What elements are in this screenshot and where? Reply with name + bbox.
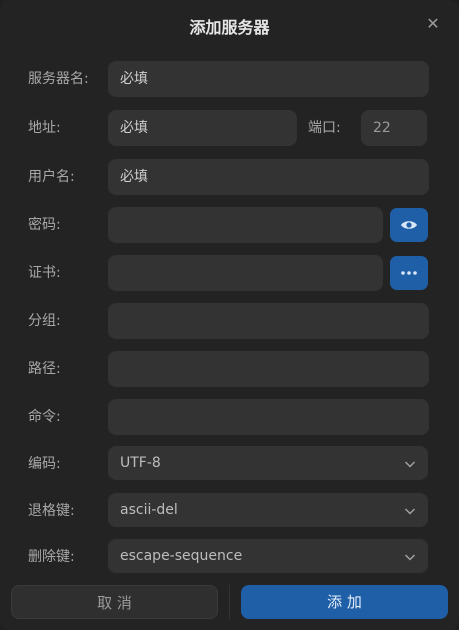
- group-input[interactable]: [108, 303, 429, 339]
- add-server-dialog: 添加服务器 ✕ 服务器名: 必填 地址: 必填 端口: 22 用户名: 必填 密…: [0, 0, 459, 630]
- chevron-down-icon: [404, 461, 416, 468]
- chevron-down-icon: [404, 508, 416, 515]
- username-input[interactable]: 必填: [108, 159, 429, 195]
- path-row: 路径:: [0, 351, 459, 387]
- encoding-label: 编码:: [28, 456, 61, 472]
- path-input[interactable]: [108, 351, 429, 387]
- address-row: 地址: 必填 端口: 22: [0, 110, 459, 146]
- port-label: 端口:: [308, 120, 341, 136]
- address-input[interactable]: 必填: [108, 110, 297, 146]
- encoding-row: 编码: UTF-8: [0, 446, 459, 482]
- server-name-label: 服务器名:: [28, 71, 89, 87]
- username-label: 用户名:: [28, 169, 75, 185]
- encoding-value: UTF-8: [120, 455, 161, 471]
- username-row: 用户名: 必填: [0, 159, 459, 195]
- eye-icon: [401, 221, 417, 229]
- group-label: 分组:: [28, 313, 61, 329]
- add-button[interactable]: 添 加: [241, 585, 448, 619]
- delete-key-select[interactable]: escape-sequence: [108, 539, 428, 573]
- browse-certificate-button[interactable]: [390, 256, 428, 290]
- certificate-row: 证书:: [0, 255, 459, 291]
- password-row: 密码:: [0, 207, 459, 243]
- chevron-down-icon: [404, 554, 416, 561]
- server-name-input[interactable]: 必填: [108, 61, 429, 97]
- close-icon[interactable]: ✕: [425, 16, 441, 32]
- more-dots-icon: [401, 271, 417, 275]
- password-input[interactable]: [108, 207, 383, 243]
- command-input[interactable]: [108, 399, 429, 435]
- delete-key-row: 删除键: escape-sequence: [0, 539, 459, 575]
- path-label: 路径:: [28, 361, 61, 377]
- button-divider: [229, 585, 230, 619]
- cancel-button[interactable]: 取 消: [11, 585, 218, 619]
- backspace-key-select[interactable]: ascii-del: [108, 493, 428, 527]
- port-input[interactable]: 22: [361, 110, 427, 146]
- group-row: 分组:: [0, 303, 459, 339]
- server-name-row: 服务器名: 必填: [0, 61, 459, 97]
- certificate-input[interactable]: [108, 255, 383, 291]
- backspace-key-label: 退格键:: [28, 503, 75, 519]
- dialog-title: 添加服务器: [189, 18, 270, 37]
- command-row: 命令:: [0, 399, 459, 435]
- certificate-label: 证书:: [28, 265, 61, 281]
- address-label: 地址:: [28, 120, 61, 136]
- backspace-key-value: ascii-del: [120, 502, 178, 518]
- backspace-key-row: 退格键: ascii-del: [0, 493, 459, 529]
- toggle-password-visibility-button[interactable]: [390, 208, 428, 242]
- command-label: 命令:: [28, 409, 61, 425]
- delete-key-label: 删除键:: [28, 549, 75, 565]
- delete-key-value: escape-sequence: [120, 548, 243, 564]
- encoding-select[interactable]: UTF-8: [108, 446, 428, 480]
- password-label: 密码:: [28, 217, 61, 233]
